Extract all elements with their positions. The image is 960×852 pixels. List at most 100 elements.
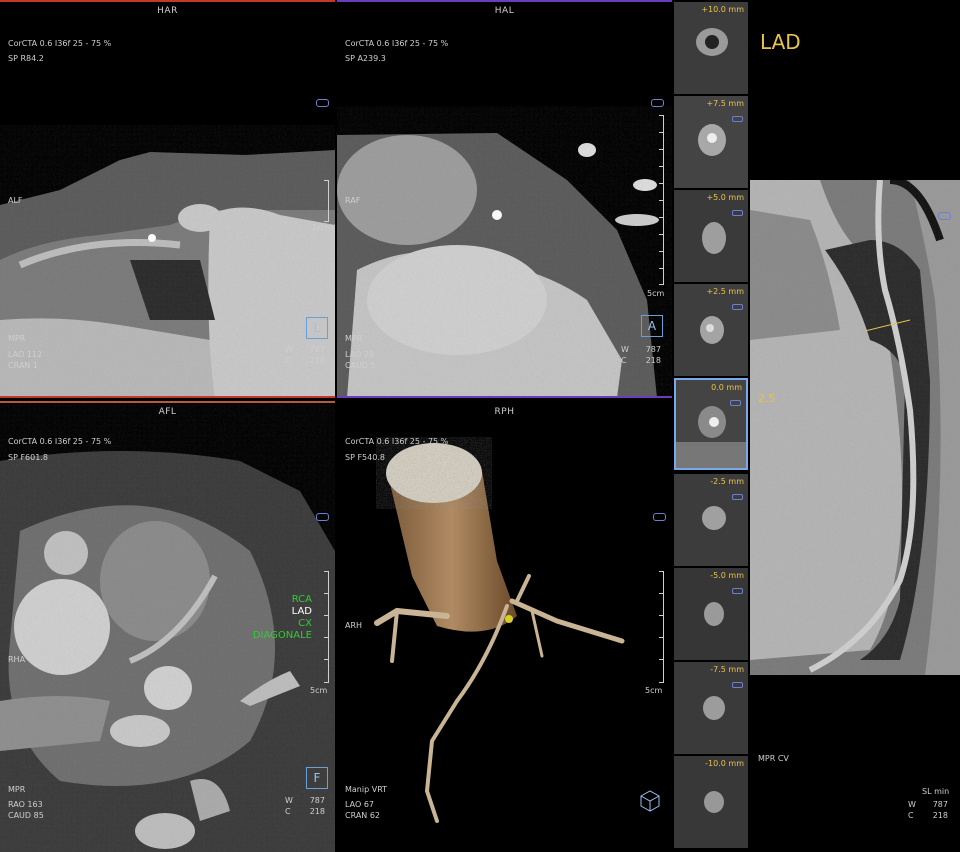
- link-icon[interactable]: [653, 513, 666, 521]
- cross-section-thumb[interactable]: +5.0 mm: [674, 190, 748, 282]
- cross-section-thumb[interactable]: -10.0 mm: [674, 756, 748, 848]
- link-icon[interactable]: [316, 513, 329, 521]
- window-value: 787: [932, 800, 948, 809]
- window-label: W: [285, 345, 293, 354]
- segment-item[interactable]: LAD: [230, 606, 312, 618]
- angle-primary: RAO 163: [8, 800, 43, 809]
- window-label: W: [285, 796, 293, 805]
- link-icon[interactable]: [732, 304, 743, 310]
- angle-primary: LAO 29: [345, 350, 374, 359]
- orientation-cube-icon[interactable]: [637, 786, 663, 812]
- vrt-render: [374, 443, 625, 823]
- series-info: CorCTA 0.6 I36f 25 - 75 %: [8, 437, 112, 446]
- cross-section-thumb[interactable]: -5.0 mm: [674, 568, 748, 660]
- slice-position: SP A239.3: [345, 54, 386, 63]
- segment-item[interactable]: RCA: [230, 594, 312, 606]
- center-value: 218: [309, 807, 325, 816]
- angle-secondary: CRAN 1: [8, 361, 38, 370]
- window-level: W 787 C 218: [285, 344, 325, 366]
- offset-label: -7.5 mm: [710, 665, 744, 674]
- viewport-title: RPH: [494, 407, 515, 417]
- cross-section-thumb-selected[interactable]: 0.0 mm: [674, 378, 748, 470]
- offset-label: +10.0 mm: [701, 5, 744, 14]
- render-mode: MPR: [8, 785, 26, 794]
- curved-mpr-image: [750, 180, 960, 675]
- slab-mode: SL min: [922, 787, 950, 796]
- series-info: CorCTA 0.6 I36f 25 - 75 %: [345, 437, 449, 446]
- center-label: C: [285, 356, 291, 365]
- viewport-har[interactable]: HAR CorCTA 0.6 I36f 25 - 75 % SP R84.2 A…: [0, 0, 335, 398]
- angle-primary: LAO 67: [345, 800, 374, 809]
- render-mode: MPR CV: [758, 754, 789, 763]
- viewport-color-bar: [337, 0, 672, 2]
- segment-item[interactable]: CX: [230, 618, 312, 630]
- link-icon[interactable]: [316, 99, 329, 107]
- position-marker: 2.5: [758, 392, 776, 405]
- orientation-label: ALF: [8, 196, 23, 205]
- viewport-rph[interactable]: RPH CorCTA 0.6 I36f 25 - 75 % SP F540.8 …: [337, 401, 672, 852]
- offset-label: -5.0 mm: [710, 571, 744, 580]
- slice-position: SP R84.2: [8, 54, 44, 63]
- window-label: W: [621, 345, 629, 354]
- cross-section-thumb[interactable]: -7.5 mm: [674, 662, 748, 754]
- scale-label: 5cm: [310, 686, 328, 695]
- viewport-curved-mpr[interactable]: LAD 2.5 MPR CV SL min W 787 C 218: [750, 0, 960, 852]
- center-label: C: [285, 807, 291, 816]
- cross-section-thumb[interactable]: +2.5 mm: [674, 284, 748, 376]
- link-icon[interactable]: [732, 210, 743, 216]
- segment-item[interactable]: DIAGONALE: [230, 630, 312, 642]
- scale-label: 5cm: [647, 289, 665, 298]
- link-icon[interactable]: [732, 588, 743, 594]
- window-value: 787: [309, 345, 325, 354]
- cross-section-thumb[interactable]: -2.5 mm: [674, 474, 748, 566]
- series-info: CorCTA 0.6 I36f 25 - 75 %: [8, 39, 112, 48]
- viewport-title: AFL: [158, 407, 177, 417]
- orientation-cube-icon[interactable]: L: [306, 317, 328, 339]
- scale-label: 5cm: [645, 686, 663, 695]
- center-label: C: [621, 356, 627, 365]
- viewport-bottom-bar: [0, 396, 335, 398]
- center-value: 218: [309, 356, 325, 365]
- orientation-label: ARH: [345, 621, 363, 630]
- window-label: W: [908, 800, 916, 809]
- offset-label: +2.5 mm: [706, 287, 744, 296]
- window-level: W 787 C 218: [908, 799, 948, 821]
- link-icon[interactable]: [732, 682, 743, 688]
- cross-section-thumb[interactable]: +10.0 mm: [674, 2, 748, 94]
- orientation-label: RAF: [345, 196, 361, 205]
- viewport-bottom-bar: [337, 396, 672, 398]
- offset-label: +7.5 mm: [706, 99, 744, 108]
- viewport-color-bar: [0, 0, 335, 2]
- angle-secondary: CAUD 5: [345, 361, 376, 370]
- angle-secondary: CAUD 85: [8, 811, 44, 820]
- angle-secondary: CRAN 62: [345, 811, 380, 820]
- window-value: 787: [309, 796, 325, 805]
- offset-label: 0.0 mm: [711, 383, 742, 392]
- scale-bar: [322, 571, 329, 683]
- center-value: 218: [645, 356, 661, 365]
- center-value: 218: [932, 811, 948, 820]
- cross-section-thumb[interactable]: +7.5 mm: [674, 96, 748, 188]
- slice-position: SP F540.8: [345, 453, 385, 462]
- offset-label: -2.5 mm: [710, 477, 744, 486]
- center-label: C: [908, 811, 914, 820]
- orientation-cube-icon[interactable]: F: [306, 767, 328, 789]
- scale-bar: [322, 180, 329, 222]
- render-mode: MPR: [8, 334, 26, 343]
- orientation-label: RHA: [8, 655, 26, 664]
- orientation-cube-icon[interactable]: A: [641, 315, 663, 337]
- link-icon[interactable]: [651, 99, 664, 107]
- segment-list[interactable]: RCA LAD CX DIAGONALE: [230, 594, 312, 642]
- link-icon[interactable]: [732, 494, 743, 500]
- link-icon[interactable]: [732, 116, 743, 122]
- link-icon[interactable]: [730, 400, 741, 406]
- viewport-afl[interactable]: AFL CorCTA 0.6 I36f 25 - 75 % SP F601.8 …: [0, 401, 335, 852]
- series-info: CorCTA 0.6 I36f 25 - 75 %: [345, 39, 449, 48]
- vessel-name: LAD: [760, 30, 801, 54]
- render-mode: Manip VRT: [345, 785, 388, 794]
- ct-image-har: [0, 150, 335, 398]
- viewport-hal[interactable]: HAL CorCTA 0.6 I36f 25 - 75 % SP A239.3 …: [337, 0, 672, 398]
- window-level: W 787 C 218: [285, 795, 325, 817]
- link-icon[interactable]: [938, 212, 951, 220]
- scale-bar: [657, 115, 664, 285]
